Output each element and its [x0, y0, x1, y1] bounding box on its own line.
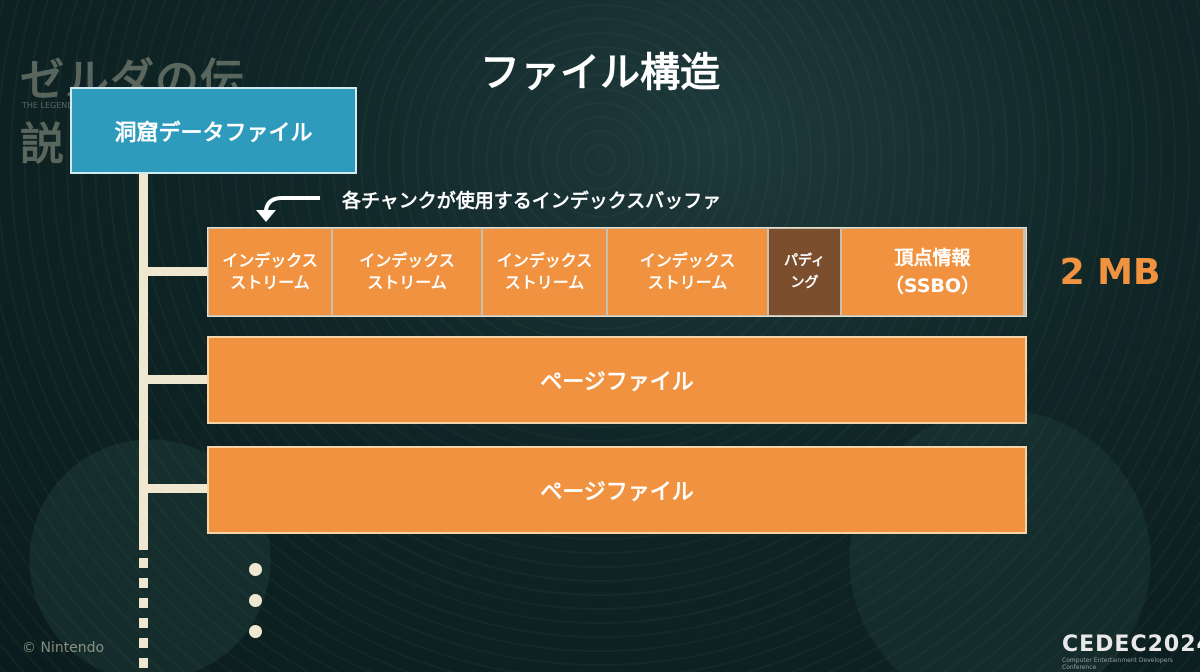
index-buffer-note: 各チャンクが使用するインデックスバッファ [342, 190, 722, 212]
tree-dash [139, 558, 148, 568]
ellipsis-dot [249, 625, 262, 638]
index-stream-cell: インデックス ストリーム [608, 229, 767, 315]
index-stream-cell: インデックス ストリーム [333, 229, 481, 315]
page-file-box: ページファイル [207, 336, 1027, 424]
tree-dash [139, 618, 148, 628]
tree-dash [139, 658, 148, 668]
padding-cell: パディ ング [769, 229, 840, 315]
tree-dash [139, 578, 148, 588]
tree-trunk-line [139, 174, 148, 550]
branch-to-chunk-row [139, 267, 209, 276]
cedec-logo: CEDEC2024 [1062, 632, 1200, 657]
branch-to-page-file-2 [139, 484, 209, 493]
tree-dash [139, 638, 148, 648]
cave-data-file-label: 洞窟データファイル [114, 120, 313, 146]
ellipsis-dot [249, 594, 262, 607]
vertex-info-ssbo-cell: 頂点情報 （SSBO） [842, 229, 1023, 315]
page-file-box: ページファイル [207, 446, 1027, 534]
curved-arrow-icon [256, 196, 320, 222]
branch-to-page-file-1 [139, 375, 209, 384]
cave-data-file-box: 洞窟データファイル [70, 87, 357, 174]
chunk-row: インデックス ストリーム インデックス ストリーム インデックス ストリーム イ… [207, 227, 1027, 317]
ellipsis-dot [249, 563, 262, 576]
index-stream-cell: インデックス ストリーム [483, 229, 606, 315]
index-stream-cell: インデックス ストリーム [209, 229, 331, 315]
copyright-notice: © Nintendo [22, 640, 105, 656]
chunk-size-label: 2 MB [1059, 252, 1161, 293]
tree-dash [139, 598, 148, 608]
cedec-logo-subtitle: Computer Entertainment Developers Confer… [1062, 657, 1173, 671]
page-file-label: ページファイル [540, 370, 694, 395]
page-file-label: ページファイル [540, 480, 694, 505]
